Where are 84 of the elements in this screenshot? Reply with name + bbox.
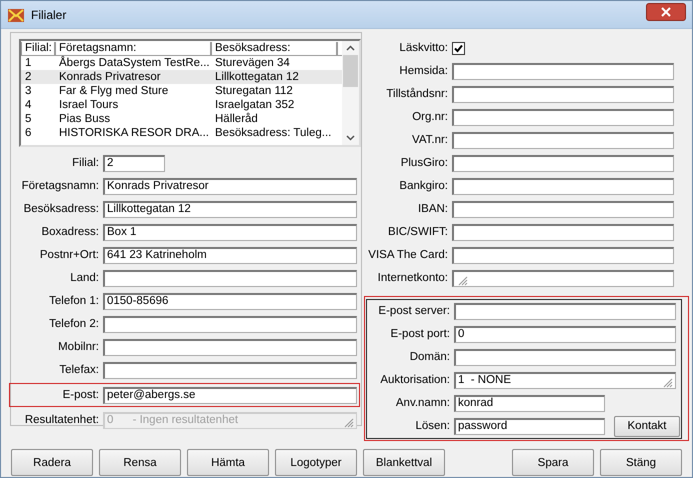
field-label: Internetkonto:: [376, 272, 448, 284]
input-field[interactable]: [103, 338, 357, 356]
list-row[interactable]: 5 Pias Buss Hälleråd: [21, 112, 342, 126]
field-label: E-post server:: [377, 305, 450, 317]
list-row[interactable]: 1 Åbergs DataSystem TestRe... Sturevägen 34: [21, 56, 342, 70]
window-title: Filialer: [31, 8, 68, 22]
input-field[interactable]: [103, 270, 357, 286]
field-label: Mobilnr:: [57, 341, 99, 353]
column-header[interactable]: Filial:: [21, 42, 55, 56]
scroll-up-icon[interactable]: [346, 45, 355, 51]
column-header[interactable]: Besöksadress:: [211, 42, 337, 56]
contact-button[interactable]: Kontakt: [614, 416, 680, 436]
input-field[interactable]: [452, 132, 674, 148]
field-label: Telefon 1:: [48, 295, 99, 307]
field-label: PlusGiro:: [400, 157, 448, 169]
app-icon: [7, 6, 25, 22]
field-label: Filial:: [71, 157, 99, 169]
input-field[interactable]: [452, 154, 674, 172]
action-button[interactable]: Logotyper: [275, 449, 357, 476]
field-label: Lösen:: [414, 420, 450, 432]
input-field[interactable]: [452, 86, 674, 102]
resize-grip-icon: [661, 376, 673, 388]
input-field[interactable]: [454, 302, 676, 320]
field-label: Telefon 2:: [48, 318, 99, 330]
input-field[interactable]: [452, 178, 674, 194]
input-field[interactable]: [452, 62, 674, 80]
field-label: Telefax:: [58, 364, 99, 376]
close-icon: [661, 6, 671, 16]
scrollbar[interactable]: [342, 41, 359, 145]
field-label: VISA The Card:: [367, 249, 448, 261]
field-label: Bankgiro:: [398, 180, 448, 192]
field-label: Besöksadress:: [22, 203, 99, 215]
field-label: Läskvitto:: [398, 42, 448, 54]
action-button[interactable]: Spara: [512, 449, 594, 476]
field-label: Anv.namn:: [394, 397, 450, 409]
list-row[interactable]: 2 Konrads Privatresor Lillkottegatan 12: [21, 70, 342, 84]
field-label: Boxadress:: [40, 226, 99, 238]
select-field[interactable]: [452, 270, 674, 286]
action-button[interactable]: Radera: [11, 449, 93, 476]
field-label: Företagsnamn:: [20, 180, 99, 192]
field-label: IBAN:: [416, 203, 448, 215]
action-button[interactable]: Blankettval: [363, 449, 445, 476]
input-field[interactable]: password: [454, 418, 605, 434]
input-field[interactable]: [452, 246, 674, 264]
scroll-down-icon[interactable]: [346, 135, 355, 141]
input-field[interactable]: [103, 362, 357, 378]
field-label: Tillståndsnr:: [385, 88, 448, 100]
column-header[interactable]: Företagsnamn:: [55, 42, 211, 56]
field-label: Domän:: [408, 351, 450, 363]
input-field[interactable]: peter@abergs.se: [103, 386, 357, 404]
input-field[interactable]: Box 1: [103, 224, 357, 240]
input-field[interactable]: 0: [454, 326, 676, 342]
select-field[interactable]: 1 - NONE: [454, 372, 676, 388]
input-field[interactable]: 2: [103, 154, 165, 172]
field-label: Postnr+Ort:: [38, 249, 99, 261]
checkbox[interactable]: [452, 42, 465, 54]
input-field[interactable]: 0150-85696: [103, 292, 357, 310]
resize-grip-icon: [456, 274, 468, 286]
field-label: E-post:: [62, 389, 99, 401]
field-label: Resultatenhet:: [24, 414, 99, 426]
field-label: VAT.nr:: [411, 134, 448, 146]
input-field[interactable]: [452, 108, 674, 126]
input-field[interactable]: konrad: [454, 394, 605, 412]
action-button[interactable]: Stäng: [600, 449, 682, 476]
field-label: Auktorisation:: [379, 374, 450, 386]
close-button[interactable]: [646, 2, 686, 20]
input-field[interactable]: [454, 348, 676, 366]
action-button[interactable]: Rensa: [99, 449, 181, 476]
input-field[interactable]: [452, 224, 674, 240]
input-field[interactable]: Konrads Privatresor: [103, 178, 357, 194]
field-label: BIC/SWIFT:: [386, 226, 448, 238]
field-label: Org.nr:: [411, 111, 448, 123]
field-label: Hemsida:: [398, 65, 448, 77]
action-button[interactable]: Hämta: [187, 449, 269, 476]
list-row[interactable]: 3 Far & Flyg med Sture Sturegatan 112: [21, 84, 342, 98]
input-field[interactable]: 641 23 Katrineholm: [103, 246, 357, 264]
field-label: Land:: [69, 272, 99, 284]
input-field[interactable]: Lillkottegatan 12: [103, 200, 357, 218]
list-row[interactable]: 6 HISTORISKA RESOR DRA... Besöksadress: Tuleg...: [21, 126, 342, 140]
input-field[interactable]: [103, 316, 357, 332]
list-row[interactable]: 4 Israel Tours Israelgatan 352: [21, 98, 342, 112]
resize-grip-icon: [342, 416, 354, 428]
field-label: E-post port:: [390, 328, 450, 340]
input-field[interactable]: [452, 200, 674, 218]
